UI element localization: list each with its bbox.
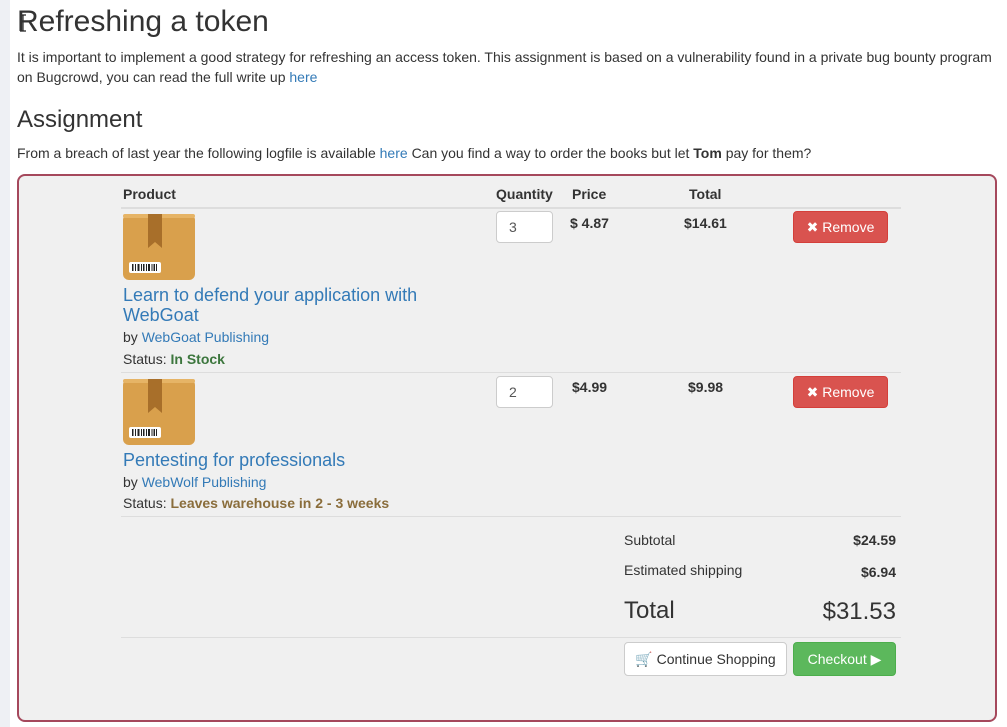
assignment-text-1: From a breach of last year the following…: [17, 145, 376, 161]
publisher-line-1: by WebGoat Publishing: [123, 328, 269, 346]
publisher-link-2[interactable]: WebWolf Publishing: [142, 474, 267, 490]
remove-button-2[interactable]: ✖ Remove: [793, 376, 888, 408]
assignment-text-3: pay for them?: [725, 145, 812, 161]
logfile-link[interactable]: here: [380, 145, 408, 161]
cart-panel: Product Quantity Price Total Learn to de…: [17, 174, 997, 722]
status-label: Status:: [123, 495, 167, 511]
header-divider: [121, 207, 901, 209]
by-label: by: [123, 474, 138, 490]
page-left-edge: [0, 0, 10, 727]
status-label: Status:: [123, 351, 167, 367]
play-arrow-icon: ▶: [870, 651, 882, 667]
subtotal-value: $24.59: [853, 532, 896, 548]
shipping-value: $6.94: [860, 564, 896, 580]
product-box-icon: [123, 379, 195, 445]
product-name-link-2[interactable]: Pentesting for professionals: [123, 450, 443, 470]
intro-text: It is important to implement a good stra…: [17, 49, 992, 85]
shopping-cart-icon: 🛒: [635, 651, 653, 667]
subtotal-label: Subtotal: [624, 532, 676, 548]
summary-divider: [121, 637, 901, 638]
assignment-text-2: Can you find a way to order the books bu…: [411, 145, 690, 161]
status-line-1: Status: In Stock: [123, 350, 225, 368]
writeup-link[interactable]: here: [289, 69, 317, 85]
quantity-input-1[interactable]: 3: [496, 211, 553, 243]
remove-icon: ✖: [806, 384, 819, 400]
line-total-2: $9.98: [688, 379, 724, 395]
product-box-icon: [123, 214, 195, 280]
assignment-paragraph: From a breach of last year the following…: [17, 143, 811, 163]
row-divider: [121, 372, 901, 373]
continue-shopping-label: Continue Shopping: [656, 651, 776, 667]
assignment-heading: Assignment: [17, 106, 143, 133]
unit-price-2: $4.99: [572, 379, 608, 395]
total-value: $31.53: [822, 598, 896, 625]
header-quantity: Quantity: [496, 186, 553, 202]
row-divider: [121, 516, 901, 517]
continue-shopping-button[interactable]: 🛒 Continue Shopping: [624, 642, 787, 676]
total-label: Total: [624, 597, 675, 624]
status-line-2: Status: Leaves warehouse in 2 - 3 weeks: [123, 494, 389, 512]
header-price: Price: [572, 186, 607, 202]
product-name-link-1[interactable]: Learn to defend your application with We…: [123, 285, 443, 325]
status-value-2: Leaves warehouse in 2 - 3 weeks: [170, 495, 390, 511]
shipping-label: Estimated shipping: [624, 562, 743, 578]
line-total-1: $14.61: [684, 215, 727, 231]
remove-button-1[interactable]: ✖ Remove: [793, 211, 888, 243]
remove-icon: ✖: [806, 219, 819, 235]
header-product: Product: [123, 186, 176, 202]
unit-price-1: $ 4.87: [570, 215, 609, 231]
remove-label: Remove: [822, 219, 875, 235]
page-title: Refreshing a token: [17, 5, 269, 38]
publisher-link-1[interactable]: WebGoat Publishing: [142, 329, 269, 345]
by-label: by: [123, 329, 138, 345]
remove-label: Remove: [822, 384, 875, 400]
checkout-label: Checkout: [807, 651, 867, 667]
checkout-button[interactable]: Checkout ▶: [793, 642, 896, 676]
quantity-input-2[interactable]: 2: [496, 376, 553, 408]
publisher-line-2: by WebWolf Publishing: [123, 473, 266, 491]
intro-paragraph: It is important to implement a good stra…: [17, 47, 1002, 87]
assignment-bold-name: Tom: [693, 145, 722, 161]
header-total: Total: [689, 186, 722, 202]
status-value-1: In Stock: [170, 351, 225, 367]
